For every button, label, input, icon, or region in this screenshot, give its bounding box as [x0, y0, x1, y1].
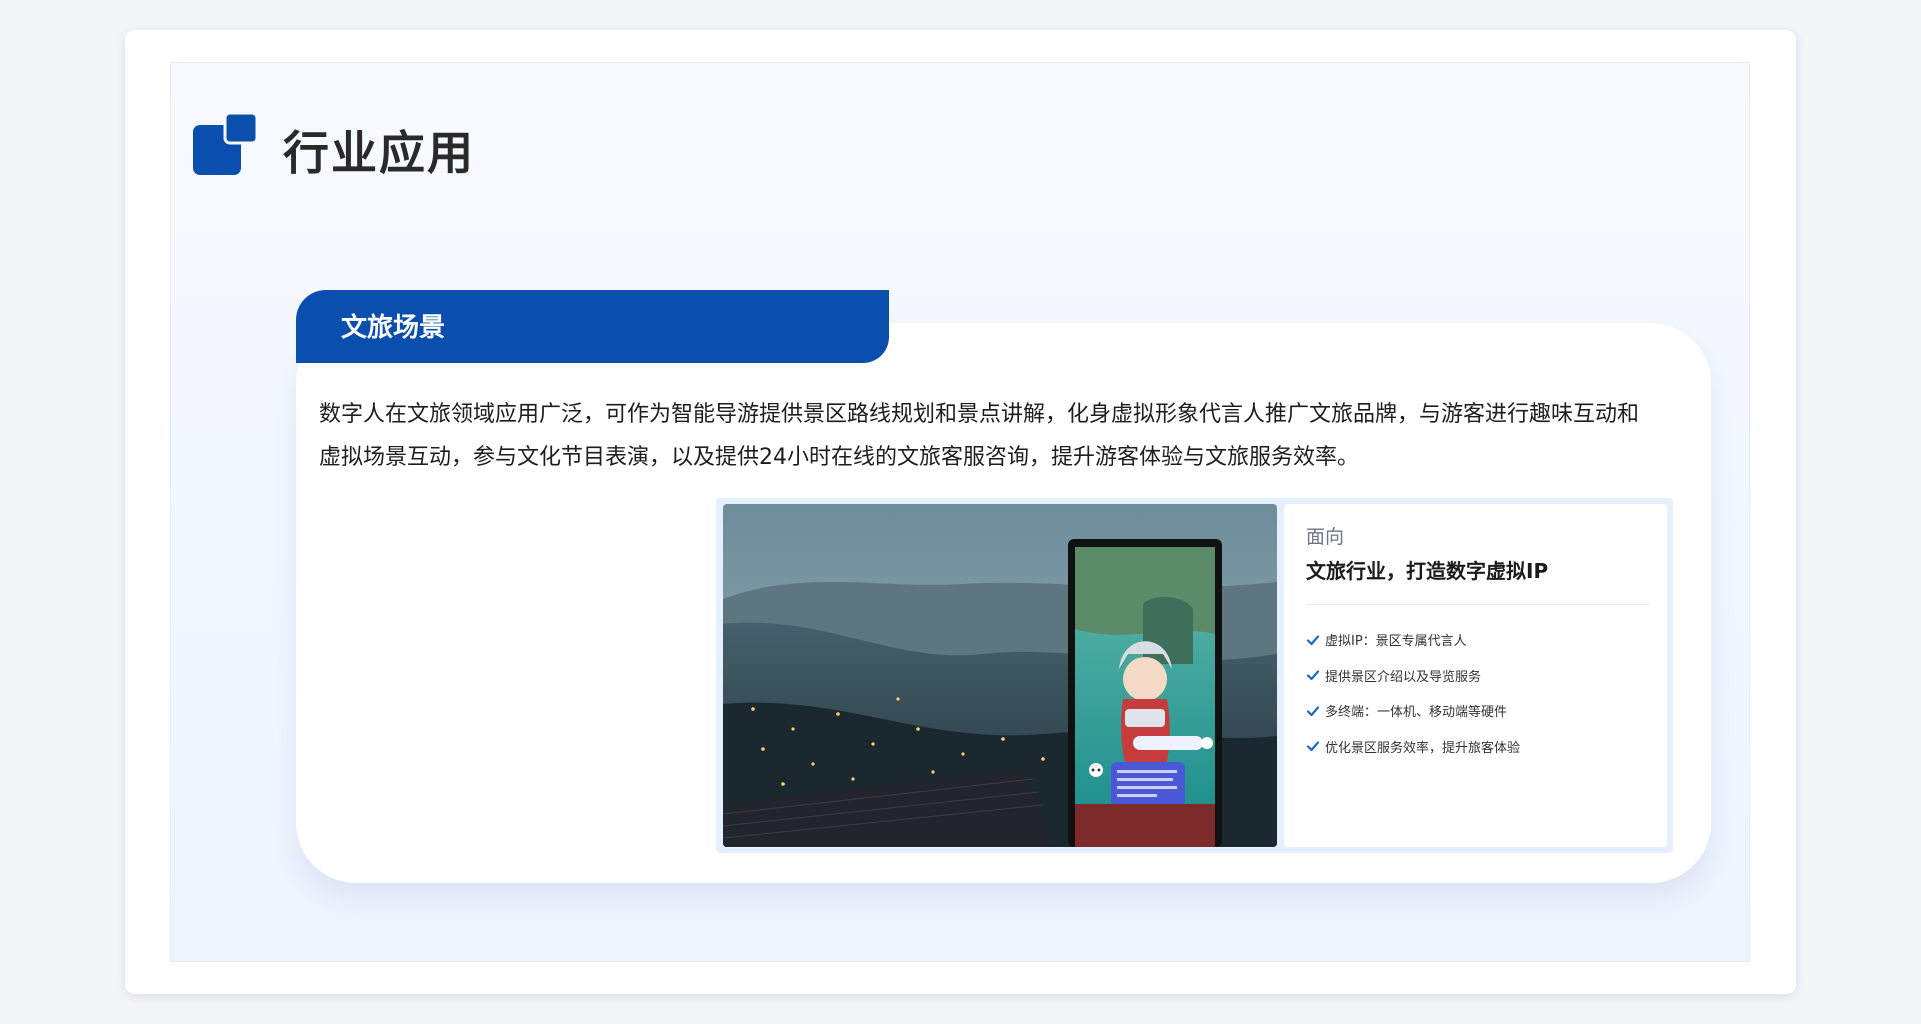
- check-icon: [1306, 670, 1320, 681]
- divider: [1306, 604, 1650, 605]
- user-avatar-icon: [1201, 737, 1213, 749]
- section-tab-label: 文旅场景: [341, 313, 446, 343]
- chat-bubble: [1111, 762, 1185, 806]
- info-card: 面向 文旅行业，打造数字虚拟IP 虚拟IP：景区专属代言人 提供景区介绍以及导览…: [1284, 504, 1667, 847]
- kiosk-screen: [1068, 539, 1222, 847]
- feature-text: 多终端：一体机、移动端等硬件: [1325, 705, 1508, 721]
- check-icon: [1306, 706, 1320, 716]
- feature-item: 提供景区介绍以及导览服务: [1306, 658, 1520, 694]
- feature-text: 提供景区介绍以及导览服务: [1325, 669, 1482, 685]
- check-icon: [1306, 741, 1320, 752]
- feature-list: 虚拟IP：景区专属代言人 提供景区介绍以及导览服务 多终端：一体机、移动端等硬件…: [1306, 622, 1520, 764]
- slide-frame: 行业应用 文旅场景 数字人在文旅领域应用广泛，可作为智能导游提供景区路线规划和景…: [125, 30, 1796, 994]
- section-description: 数字人在文旅领域应用广泛，可作为智能导游提供景区路线规划和景点讲解，化身虚拟形象…: [319, 402, 1640, 470]
- robot-avatar-icon: [1089, 763, 1103, 777]
- feature-item: 优化景区服务效率，提升旅客体验: [1306, 729, 1520, 765]
- slide-canvas: 行业应用 文旅场景 数字人在文旅领域应用广泛，可作为智能导游提供景区路线规划和景…: [170, 62, 1750, 962]
- info-title: 文旅行业，打造数字虚拟IP: [1306, 559, 1549, 583]
- village-landscape-image: [723, 504, 1277, 847]
- feature-item: 多终端：一体机、移动端等硬件: [1306, 693, 1520, 729]
- query-bubble: [1133, 736, 1203, 750]
- scene-photo: [723, 504, 1277, 847]
- feature-text: 优化景区服务效率，提升旅客体验: [1325, 740, 1521, 756]
- info-label: 面向: [1306, 526, 1345, 548]
- feature-item: 虚拟IP：景区专属代言人: [1306, 622, 1520, 658]
- logo-squares-icon: [193, 113, 257, 175]
- page-title: 行业应用: [283, 126, 475, 180]
- feature-text: 虚拟IP：景区专属代言人: [1325, 634, 1467, 650]
- check-icon: [1306, 635, 1320, 645]
